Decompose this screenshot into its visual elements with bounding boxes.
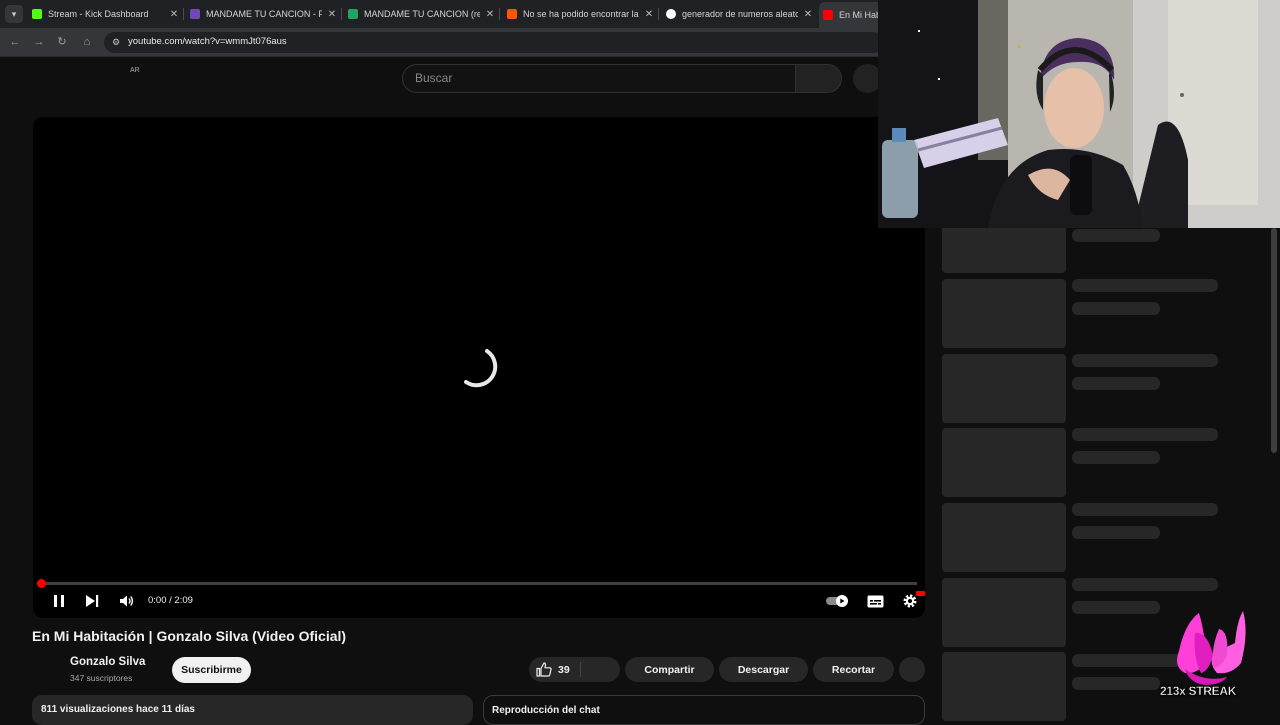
share-button[interactable]: Compartir xyxy=(625,657,714,682)
autoplay-toggle[interactable] xyxy=(825,591,851,611)
skip-next-icon xyxy=(86,595,99,607)
pause-icon xyxy=(54,595,64,607)
tab-random-numbers[interactable]: generador de numeros aleatorios ✕ xyxy=(662,3,814,25)
skeleton-line xyxy=(1072,601,1160,614)
home-icon[interactable]: ⌂ xyxy=(80,35,94,49)
close-icon[interactable]: ✕ xyxy=(484,9,496,20)
skeleton-thumbnail xyxy=(942,503,1066,572)
skeleton-line xyxy=(1072,578,1218,591)
tab-label: generador de numeros aleatorios xyxy=(682,9,798,19)
skeleton-line xyxy=(1072,229,1160,242)
skeleton-thumbnail xyxy=(942,279,1066,348)
close-icon[interactable]: ✕ xyxy=(326,9,338,20)
address-bar[interactable]: ⚙ youtube.com/watch?v=wmmJt076aus xyxy=(104,32,884,53)
streak-label: 213x STREAK xyxy=(1160,684,1237,698)
country-code: AR xyxy=(130,67,140,74)
more-actions-button[interactable] xyxy=(899,657,925,682)
tab-sheets[interactable]: MANDAME TU CANCION (respuestas) ✕ xyxy=(344,3,496,25)
google-forms-icon xyxy=(190,9,200,19)
like-count[interactable]: 39 xyxy=(558,664,570,676)
video-title: En Mi Habitación | Gonzalo Silva (Video … xyxy=(32,628,347,644)
hd-badge xyxy=(916,591,925,596)
tab-label: MANDAME TU CANCION - Forms xyxy=(206,9,322,19)
tab-separator xyxy=(658,8,659,20)
close-icon[interactable]: ✕ xyxy=(643,9,655,20)
site-info-icon[interactable]: ⚙ xyxy=(110,36,122,48)
volume-button[interactable] xyxy=(116,591,138,611)
close-icon[interactable]: ✕ xyxy=(168,9,180,20)
url-text[interactable]: youtube.com/watch?v=wmmJt076aus xyxy=(128,36,287,47)
video-player[interactable]: 0:00 / 2:09 xyxy=(33,117,925,618)
soundcloud-icon xyxy=(507,9,517,19)
time-display: 0:00 / 2:09 xyxy=(148,595,193,606)
search-button[interactable] xyxy=(795,64,842,93)
thumbs-up-icon[interactable] xyxy=(536,662,552,677)
close-icon[interactable]: ✕ xyxy=(802,9,814,20)
skeleton-line xyxy=(1072,451,1160,464)
description-box[interactable]: 811 visualizaciones hace 11 días xyxy=(32,695,473,725)
subscriber-count: 347 suscriptores xyxy=(70,673,133,683)
tab-label: No se ha podido encontrar la página xyxy=(523,9,639,19)
tab-soundcloud[interactable]: No se ha podido encontrar la página ✕ xyxy=(503,3,655,25)
download-button[interactable]: Descargar xyxy=(719,657,808,682)
subtitles-button[interactable] xyxy=(864,591,886,611)
views-and-date: 811 visualizaciones hace 11 días xyxy=(41,704,195,715)
subtitles-icon xyxy=(867,595,883,607)
scrubber-handle[interactable] xyxy=(37,579,46,588)
pause-button[interactable] xyxy=(49,591,69,611)
back-icon[interactable]: ← xyxy=(8,35,22,49)
skeleton-line xyxy=(1072,677,1160,690)
scrollbar[interactable] xyxy=(1271,228,1277,453)
tab-separator xyxy=(341,8,342,20)
loading-spinner-icon xyxy=(464,349,498,388)
skeleton-line xyxy=(1072,302,1160,315)
like-dislike-group: 39 xyxy=(529,657,620,682)
skeleton-thumbnail xyxy=(942,578,1066,647)
webcam-feed xyxy=(878,0,1280,228)
next-button[interactable] xyxy=(82,591,102,611)
skeleton-line xyxy=(1072,377,1160,390)
tab-search-dropdown[interactable]: ▾ xyxy=(5,5,23,23)
channel-name[interactable]: Gonzalo Silva xyxy=(70,656,145,668)
skeleton-line xyxy=(1072,526,1160,539)
webcam-overlay xyxy=(878,0,1280,228)
avatar[interactable] xyxy=(33,655,61,683)
skeleton-line xyxy=(1072,279,1218,292)
tab-label: MANDAME TU CANCION (respuestas) xyxy=(364,9,480,19)
clip-button[interactable]: Recortar xyxy=(813,657,894,682)
skeleton-thumbnail xyxy=(942,428,1066,497)
tab-separator xyxy=(183,8,184,20)
praying-hands-icon xyxy=(1177,611,1246,685)
tab-separator xyxy=(499,8,500,20)
tab-forms[interactable]: MANDAME TU CANCION - Forms ✕ xyxy=(186,3,338,25)
skeleton-line xyxy=(1072,354,1218,367)
skeleton-thumbnail xyxy=(942,652,1066,721)
volume-icon xyxy=(120,595,134,607)
reload-icon[interactable]: ↻ xyxy=(55,35,69,49)
progress-bar[interactable] xyxy=(41,582,917,585)
search-input[interactable]: Buscar xyxy=(402,64,796,93)
kick-icon xyxy=(32,9,42,19)
skeleton-line xyxy=(1072,503,1218,516)
autoplay-toggle-icon xyxy=(826,595,848,607)
chat-replay-panel[interactable]: Reproducción del chat xyxy=(483,695,925,725)
subscribe-button[interactable]: Suscribirme xyxy=(172,657,251,683)
skeleton-thumbnail xyxy=(942,354,1066,423)
chat-replay-label: Reproducción del chat xyxy=(492,705,600,716)
skeleton-line xyxy=(1072,428,1218,441)
tab-label: Stream - Kick Dashboard xyxy=(48,9,149,19)
youtube-icon xyxy=(823,10,833,20)
google-icon xyxy=(666,9,676,19)
tab-kick-dashboard[interactable]: Stream - Kick Dashboard ✕ xyxy=(28,3,180,25)
divider xyxy=(580,662,581,677)
google-sheets-icon xyxy=(348,9,358,19)
forward-icon[interactable]: → xyxy=(32,35,46,49)
